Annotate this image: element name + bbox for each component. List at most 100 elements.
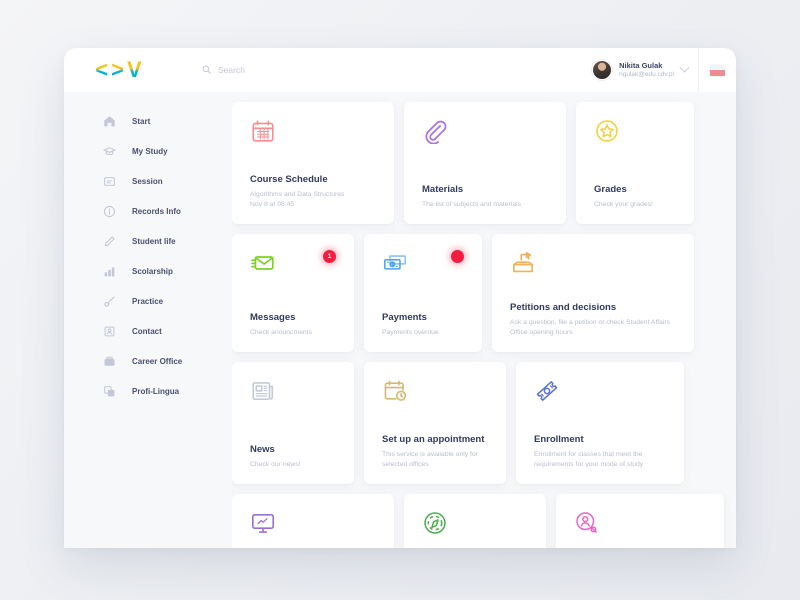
card-monitor[interactable]	[232, 494, 394, 548]
sidebar-item-practice[interactable]: Practice	[64, 286, 232, 316]
ballot-box-icon	[510, 250, 676, 284]
compass-icon	[422, 510, 528, 538]
user-email: ngulak@edu.cdv.pl	[619, 70, 674, 78]
calendar-icon	[250, 118, 376, 152]
contact-card-icon	[103, 325, 116, 338]
logo-glyph-right: V	[127, 57, 143, 82]
sidebar-item-records-info[interactable]: Records Info	[64, 196, 232, 226]
session-book-icon	[103, 175, 116, 188]
sidebar-item-start[interactable]: Start	[64, 106, 232, 136]
card-news[interactable]: News Check our news!	[232, 362, 354, 484]
paperclip-icon	[422, 118, 548, 152]
star-circle-icon	[594, 118, 676, 152]
card-subtitle: Check anouncments	[250, 328, 312, 336]
sidebar-label-session: Session	[132, 176, 163, 186]
sidebar-item-my-study[interactable]: My Study	[64, 136, 232, 166]
poland-flag-icon	[710, 64, 725, 76]
card-course-schedule[interactable]: Course Schedule Algorithms and Data Stru…	[232, 102, 394, 224]
search-input[interactable]	[218, 65, 378, 75]
sidebar-label-profi-lingua: Profi-Lingua	[132, 386, 180, 396]
sidebar-label-student-life: Student life	[132, 236, 176, 246]
briefcase-icon	[103, 355, 116, 368]
user-name: Nikita Gulak	[619, 61, 663, 71]
card-materials[interactable]: Materials The list of subjects and mater…	[404, 102, 566, 224]
sidebar: Start My Study Session Records Info Stud…	[64, 92, 232, 548]
monitor-icon	[250, 510, 376, 538]
card-payments[interactable]: Payments Payments overdue	[364, 234, 482, 352]
card-row-4	[232, 494, 728, 548]
card-subtitle: Payments overdue	[382, 328, 439, 336]
newspaper-icon	[250, 378, 336, 412]
card-subtitle-line1: Enrollment for classes that meet the	[534, 450, 643, 458]
card-subtitle-line2: Nov 8 at 08:45	[250, 200, 295, 208]
card-title: Enrollment	[534, 433, 584, 445]
person-search-icon	[574, 510, 706, 538]
card-subtitle: Check our news!	[250, 460, 301, 468]
language-switcher-button[interactable]	[698, 48, 736, 92]
card-title: Course Schedule	[250, 173, 328, 185]
card-row-3: News Check our news! Set up an appointme…	[232, 362, 728, 484]
card-row-2: 1 Messages Check anouncments Payments Pa…	[232, 234, 728, 352]
tool-icon	[103, 295, 116, 308]
pencil-icon	[103, 235, 116, 248]
chevron-down-icon[interactable]	[679, 62, 690, 73]
flag-bottom-stripe	[710, 70, 725, 76]
card-grades[interactable]: Grades Check your grades!	[576, 102, 694, 224]
card-title: News	[250, 443, 275, 455]
graduation-cap-icon	[103, 145, 116, 158]
card-title: Set up an appointment	[382, 433, 485, 445]
card-subtitle-line1: Algorithms and Data Structures	[250, 190, 345, 198]
card-subtitle-line2: selected offices	[382, 460, 429, 468]
card-compass[interactable]	[404, 494, 546, 548]
sidebar-label-records-info: Records Info	[132, 206, 181, 216]
sidebar-label-practice: Practice	[132, 296, 164, 306]
messages-badge: 1	[323, 250, 336, 263]
sidebar-item-contact[interactable]: Contact	[64, 316, 232, 346]
payments-badge	[451, 250, 464, 263]
logo-glyph-left: <	[95, 57, 110, 82]
dashboard-grid: Course Schedule Algorithms and Data Stru…	[232, 92, 736, 548]
card-messages[interactable]: 1 Messages Check anouncments	[232, 234, 354, 352]
app-window: < > V Nikita Gulak ngulak@edu.cdv.pl	[64, 48, 736, 548]
card-title: Materials	[422, 183, 464, 195]
avatar	[592, 60, 613, 80]
sidebar-item-career-office[interactable]: Career Office	[64, 346, 232, 376]
search-icon	[202, 61, 211, 79]
search-bar[interactable]	[174, 48, 588, 92]
sidebar-label-career-office: Career Office	[132, 356, 183, 366]
sidebar-item-scolarship[interactable]: Scolarship	[64, 256, 232, 286]
sidebar-label-scolarship: Scolarship	[132, 266, 173, 276]
card-enrollment[interactable]: Enrollment Enrollment for classes that m…	[516, 362, 684, 484]
sidebar-item-session[interactable]: Session	[64, 166, 232, 196]
logo-glyph-middle: >	[111, 57, 126, 82]
layers-icon	[103, 385, 116, 398]
sidebar-label-start: Start	[132, 116, 151, 126]
card-subtitle: The list of subjects and materials	[422, 200, 521, 208]
app-logo[interactable]: < > V	[64, 48, 174, 92]
card-person-search[interactable]	[556, 494, 724, 548]
sidebar-item-profi-lingua[interactable]: Profi-Lingua	[64, 376, 232, 406]
sidebar-item-student-life[interactable]: Student life	[64, 226, 232, 256]
info-circle-icon	[103, 205, 116, 218]
sidebar-label-my-study: My Study	[132, 146, 168, 156]
app-header: < > V Nikita Gulak ngulak@edu.cdv.pl	[64, 48, 736, 92]
card-title: Messages	[250, 311, 296, 323]
bar-chart-icon	[103, 265, 116, 278]
app-body: Start My Study Session Records Info Stud…	[64, 92, 736, 548]
card-petitions-and-decisions[interactable]: Petitions and decisions Ask a question, …	[492, 234, 694, 352]
card-subtitle: Ask a question, file a petition or check…	[510, 318, 671, 336]
card-subtitle: Check your grades!	[594, 200, 653, 208]
sidebar-label-contact: Contact	[132, 326, 162, 336]
card-set-up-an-appointment[interactable]: Set up an appointment This service is av…	[364, 362, 506, 484]
card-title: Petitions and decisions	[510, 301, 617, 313]
user-profile-menu[interactable]: Nikita Gulak ngulak@edu.cdv.pl	[588, 48, 698, 92]
